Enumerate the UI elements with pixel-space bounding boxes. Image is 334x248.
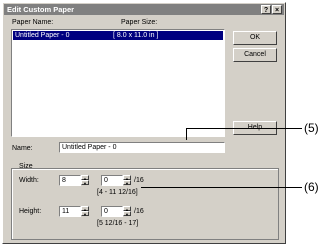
spin-down-icon[interactable]: ▼ — [81, 211, 89, 217]
height-fraction-input[interactable]: 0 — [101, 206, 123, 217]
callout-line-5 — [186, 128, 302, 129]
ok-button[interactable]: OK — [233, 31, 277, 45]
width-fraction-input[interactable]: 0 — [101, 175, 123, 186]
edit-custom-paper-dialog: Edit Custom Paper ? × Paper Name: Paper … — [2, 2, 286, 244]
list-item-name: Untitled Paper - 0 — [15, 32, 70, 39]
name-input[interactable]: Untitled Paper - 0 — [59, 142, 225, 153]
width-whole-stepper[interactable]: ▲ ▼ — [81, 175, 89, 186]
callout-line-6 — [141, 187, 302, 188]
title-bar: Edit Custom Paper ? × — [4, 4, 284, 15]
name-label: Name: — [12, 145, 33, 152]
width-label: Width: — [19, 177, 39, 184]
list-item[interactable]: Untitled Paper - 0 [ 8.0 x 11.0 in ] — [13, 31, 223, 40]
callout-label-6: (6) — [304, 180, 319, 194]
height-label: Height: — [19, 208, 42, 215]
paper-size-header: Paper Size: — [121, 19, 158, 26]
close-icon[interactable]: × — [272, 5, 282, 14]
width-range: [4 - 11 12/16] — [97, 189, 138, 196]
size-group — [11, 168, 279, 240]
callout-label-5: (5) — [304, 121, 319, 135]
height-range: [5 12/16 - 17] — [97, 220, 139, 227]
list-item-size: [ 8.0 x 11.0 in ] — [113, 32, 159, 39]
cancel-button[interactable]: Cancel — [233, 48, 277, 62]
spin-down-icon[interactable]: ▼ — [81, 180, 89, 186]
width-unit: /16 — [134, 177, 144, 184]
window-title: Edit Custom Paper — [7, 5, 75, 14]
height-fraction-stepper[interactable]: ▲ ▼ — [123, 206, 131, 217]
spin-down-icon[interactable]: ▼ — [123, 211, 131, 217]
paper-list[interactable]: Untitled Paper - 0 [ 8.0 x 11.0 in ] — [11, 29, 225, 137]
height-whole-input[interactable]: 11 — [59, 206, 81, 217]
callout-line-5-vertical — [186, 128, 187, 140]
spin-down-icon[interactable]: ▼ — [123, 180, 131, 186]
help-icon[interactable]: ? — [261, 5, 271, 14]
height-unit: /16 — [134, 208, 144, 215]
width-whole-input[interactable]: 8 — [59, 175, 81, 186]
height-whole-stepper[interactable]: ▲ ▼ — [81, 206, 89, 217]
width-fraction-stepper[interactable]: ▲ ▼ — [123, 175, 131, 186]
paper-name-header: Paper Name: — [12, 19, 54, 26]
